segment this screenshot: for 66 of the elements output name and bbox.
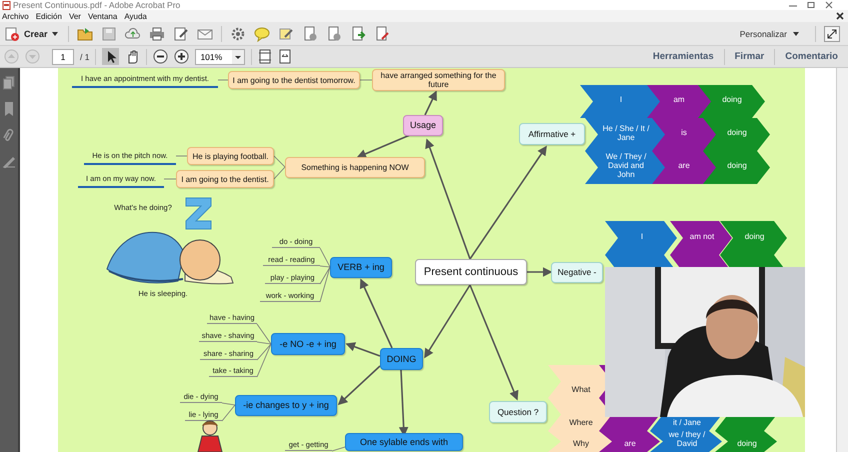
customize-dropdown[interactable]: Personalizar [732, 28, 807, 38]
mind-map-node: Question ? [489, 401, 547, 423]
mind-map-node: One sylable ends with [345, 433, 463, 451]
document-edit-icon[interactable] [374, 26, 390, 42]
menu-item[interactable]: Ayuda [124, 10, 147, 22]
close-icon[interactable] [824, 1, 834, 9]
mind-map-node: Negative - [551, 262, 603, 283]
zoom-out-icon[interactable] [153, 49, 168, 64]
connector-line [164, 178, 176, 180]
edit-document-icon[interactable] [172, 26, 189, 42]
connector-arrow [338, 365, 381, 406]
mind-map-node: I am going to the dentist tomorrow. [228, 71, 360, 89]
mind-map-node: DOING [380, 348, 423, 370]
folder-icon[interactable] [76, 26, 93, 42]
paperclip-icon[interactable] [3, 128, 15, 142]
menu-item[interactable]: Archivo [2, 10, 29, 22]
panel-tab[interactable]: Comentario [781, 51, 842, 62]
save-icon[interactable] [100, 26, 117, 42]
connector-arrow [356, 134, 410, 158]
close-document-icon[interactable] [836, 12, 844, 20]
page-count: / 1 [80, 52, 90, 62]
fit-page-icon[interactable] [258, 49, 272, 64]
cloud-upload-icon[interactable] [124, 26, 141, 42]
menu-item[interactable]: Edición [36, 10, 62, 22]
mind-map-node: -ie changes to y + ing [235, 395, 337, 416]
signature-pen-icon[interactable] [3, 154, 15, 168]
mind-map-node: He is playing football. [187, 147, 274, 165]
settings-icon[interactable] [230, 26, 246, 42]
mind-map-node: Affirmative + [519, 123, 585, 145]
pen-note-icon[interactable] [278, 26, 294, 42]
pages-icon[interactable] [3, 76, 15, 90]
restore-icon[interactable] [806, 1, 816, 9]
zoom-in-icon[interactable] [174, 49, 190, 64]
caret-icon [232, 50, 244, 64]
panel-tab[interactable]: Firmar [730, 51, 768, 62]
page-number-field[interactable]: 1 [52, 48, 74, 64]
letter-z-drawing [185, 197, 212, 230]
create-document-icon [4, 26, 20, 42]
mind-map-node: -e NO -e + ing [271, 333, 345, 355]
select-pointer-icon[interactable] [102, 48, 120, 65]
fit-width-icon[interactable] [278, 49, 292, 64]
menu-item[interactable]: Ventana [88, 10, 118, 22]
connector-arrow [527, 267, 553, 277]
connector-arrow [424, 90, 437, 116]
expand-icon[interactable] [824, 26, 840, 42]
mind-map-node: I am going to the dentist. [176, 170, 274, 188]
caret-icon [52, 32, 58, 36]
bookmark-icon[interactable] [3, 102, 15, 116]
mind-map-node: Something is happening NOW [285, 157, 425, 178]
scrollbar[interactable] [836, 68, 848, 452]
caret-icon [793, 32, 799, 36]
mind-map-node: Usage [403, 115, 443, 136]
mind-map-node: VERB + ing [330, 257, 392, 278]
mind-map-node: Present continuous [415, 259, 527, 285]
speech-bubble-icon[interactable] [254, 26, 270, 42]
create-button[interactable]: Crear [2, 26, 60, 42]
window-title: Present Continuous.pdf - Adobe Acrobat Pro [13, 0, 180, 10]
connector-line [274, 166, 286, 180]
connector-line [274, 156, 286, 168]
panel-tab[interactable]: Herramientas [648, 51, 718, 62]
menu-item[interactable]: Ver [68, 10, 81, 22]
connector-line [332, 446, 346, 452]
document-arrow-icon[interactable] [350, 26, 366, 42]
mind-map-node: have arranged something for the future [372, 69, 505, 91]
print-icon[interactable] [148, 26, 165, 42]
zoom-dropdown[interactable]: 101% [195, 48, 246, 64]
